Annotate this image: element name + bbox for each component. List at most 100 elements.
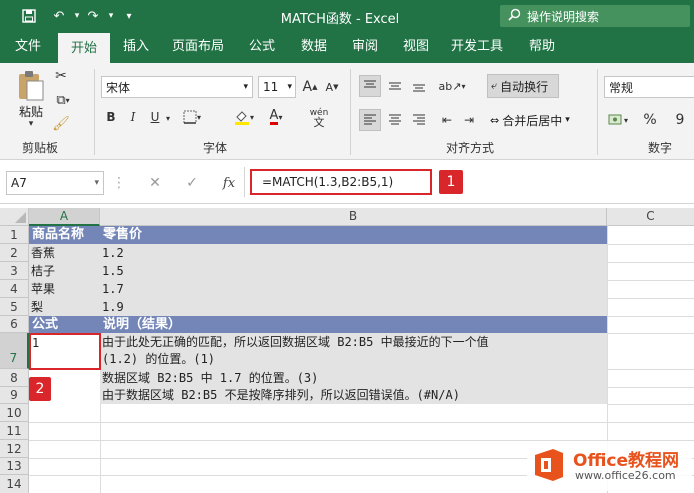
cell-b7-line1[interactable]: 由于此处无正确的匹配，所以返回数据区域 B2:B5 中最接近的下一个值	[100, 334, 607, 351]
row-header-11[interactable]: 11	[0, 422, 29, 440]
row-header-12[interactable]: 12	[0, 440, 29, 458]
grow-font-icon[interactable]: A ▲	[300, 78, 320, 96]
cell-b1[interactable]: 零售价	[100, 226, 300, 244]
selected-cell-a7[interactable]: 1	[29, 333, 101, 370]
customize-qat-icon[interactable]: ▾	[120, 7, 138, 25]
row-header-4[interactable]: 4	[0, 280, 29, 298]
chevron-down-icon: ▾	[94, 178, 99, 188]
format-painter-icon[interactable]: 🖌	[52, 115, 70, 133]
cell-b4[interactable]: 1.7	[100, 280, 200, 298]
cell-a7-value: 1	[32, 336, 40, 350]
number-group-label: 数字	[647, 141, 672, 155]
align-left-icon[interactable]	[359, 109, 381, 131]
decrease-indent-icon[interactable]: ⇤	[436, 109, 458, 131]
row-header-9[interactable]: 9	[0, 387, 29, 404]
tab-help[interactable]: 帮助	[520, 33, 564, 63]
percent-style-button[interactable]: %	[640, 109, 660, 131]
tab-file[interactable]: 文件	[2, 33, 54, 63]
cell-b5[interactable]: 1.9	[100, 298, 200, 316]
italic-button[interactable]: I	[125, 107, 141, 127]
increase-indent-icon[interactable]: ⇥	[458, 109, 480, 131]
wrap-text-button[interactable]: ⤶ 自动换行	[487, 74, 559, 98]
row-header-2[interactable]: 2	[0, 244, 29, 262]
tab-data[interactable]: 数据	[292, 33, 336, 63]
name-box[interactable]: A7 ▾	[6, 171, 104, 195]
cell-a6[interactable]: 公式	[29, 316, 100, 333]
cell-a4[interactable]: 苹果	[29, 280, 100, 298]
tab-developer[interactable]: 开发工具	[444, 33, 510, 63]
cell-a3[interactable]: 桔子	[29, 262, 100, 280]
cell-b8[interactable]: 数据区域 B2:B5 中 1.7 的位置。(3)	[100, 369, 607, 387]
undo-icon[interactable]: ↶	[50, 7, 68, 25]
gridline	[607, 387, 694, 388]
tab-review[interactable]: 审阅	[343, 33, 387, 63]
copy-icon[interactable]: ⧉ ▾	[52, 91, 74, 109]
orientation-icon[interactable]: ab↗ ▾	[436, 75, 468, 97]
underline-button[interactable]: U	[147, 107, 163, 127]
align-top-icon[interactable]	[359, 75, 381, 97]
row-header-13[interactable]: 13	[0, 458, 29, 475]
row-header-7[interactable]: 7	[0, 333, 29, 369]
cell-b9[interactable]: 由于数据区域 B2:B5 不是按降序排列，所以返回错误值。(#N/A)	[100, 387, 607, 404]
row-header-3[interactable]: 3	[0, 262, 29, 280]
column-header-b[interactable]: B	[100, 208, 607, 226]
number-format-select[interactable]: 常规	[604, 76, 694, 98]
office-logo-icon	[531, 447, 567, 483]
borders-icon[interactable]: ▾	[180, 107, 204, 127]
gridline	[607, 298, 694, 299]
tab-page-layout[interactable]: 页面布局	[165, 33, 231, 63]
row-header-5[interactable]: 5	[0, 298, 29, 316]
save-icon[interactable]	[20, 7, 38, 25]
cell-b6[interactable]: 说明（结果）	[100, 316, 300, 333]
watermark-brand: Office教程网	[573, 451, 680, 471]
tab-home[interactable]: 开始	[58, 33, 110, 63]
align-bottom-icon[interactable]	[408, 75, 430, 97]
tell-me-search[interactable]: 操作说明搜索	[500, 5, 690, 27]
cell-b3[interactable]: 1.5	[100, 262, 200, 280]
row-header-10[interactable]: 10	[0, 404, 29, 422]
shrink-font-icon[interactable]: A ▼	[322, 78, 342, 96]
formula-input[interactable]: =MATCH(1.3,B2:B5,1)	[250, 169, 432, 195]
row-header-1[interactable]: 1	[0, 226, 29, 244]
fill-color-icon[interactable]: ▾	[232, 107, 256, 127]
insert-function-button[interactable]: fx	[219, 173, 239, 193]
cell-b7-line2[interactable]: (1.2) 的位置。(1)	[100, 351, 607, 368]
bold-button[interactable]: B	[103, 107, 119, 127]
phonetic-guide-icon[interactable]: wén 文	[306, 107, 332, 129]
font-color-icon[interactable]: A ▾	[264, 107, 288, 127]
tab-formulas[interactable]: 公式	[240, 33, 284, 63]
font-name-select[interactable]: 宋体 ▾	[101, 76, 253, 98]
paste-button[interactable]: 粘贴	[14, 103, 48, 120]
underline-dropdown-icon[interactable]: ▾	[163, 111, 173, 125]
row-header-6[interactable]: 6	[0, 316, 29, 333]
row-header-14[interactable]: 14	[0, 475, 29, 493]
cut-icon[interactable]: ✂	[52, 67, 70, 85]
ribbon: 粘贴 ▾ ✂ ⧉ ▾ 🖌 剪贴板 宋体 ▾ 11 ▾ A ▲ A ▼ B I U ▾ …	[0, 63, 694, 160]
cancel-icon[interactable]: ✕	[146, 173, 164, 193]
column-header-a[interactable]: A	[29, 208, 100, 226]
cell-a2[interactable]: 香蕉	[29, 244, 100, 262]
font-size-select[interactable]: 11 ▾	[258, 76, 296, 98]
redo-icon[interactable]: ↷	[84, 7, 102, 25]
accounting-format-icon[interactable]: ▾	[606, 109, 630, 131]
tab-view[interactable]: 视图	[394, 33, 438, 63]
enter-icon[interactable]: ✓	[183, 173, 201, 193]
align-center-icon[interactable]	[384, 109, 406, 131]
column-header-c[interactable]: C	[607, 208, 694, 226]
align-middle-icon[interactable]	[384, 75, 406, 97]
select-all-corner[interactable]	[0, 208, 29, 226]
merge-center-button[interactable]: ⇔ 合并后居中 ▾	[487, 108, 587, 132]
cell-a5[interactable]: 梨	[29, 298, 100, 316]
row-header-8[interactable]: 8	[0, 369, 29, 387]
paste-dropdown-icon[interactable]: ▾	[24, 119, 38, 129]
clipboard-group-label: 剪贴板	[21, 141, 58, 155]
cell-a1[interactable]: 商品名称	[29, 226, 100, 244]
paste-icon[interactable]	[14, 69, 48, 101]
tab-insert[interactable]: 插入	[114, 33, 158, 63]
comma-style-icon[interactable]: 9	[670, 109, 690, 131]
formula-divider	[244, 167, 245, 197]
cell-b2[interactable]: 1.2	[100, 244, 200, 262]
align-right-icon[interactable]	[408, 109, 430, 131]
redo-dropdown-icon[interactable]: ▾	[102, 7, 120, 25]
gridline	[607, 404, 694, 405]
